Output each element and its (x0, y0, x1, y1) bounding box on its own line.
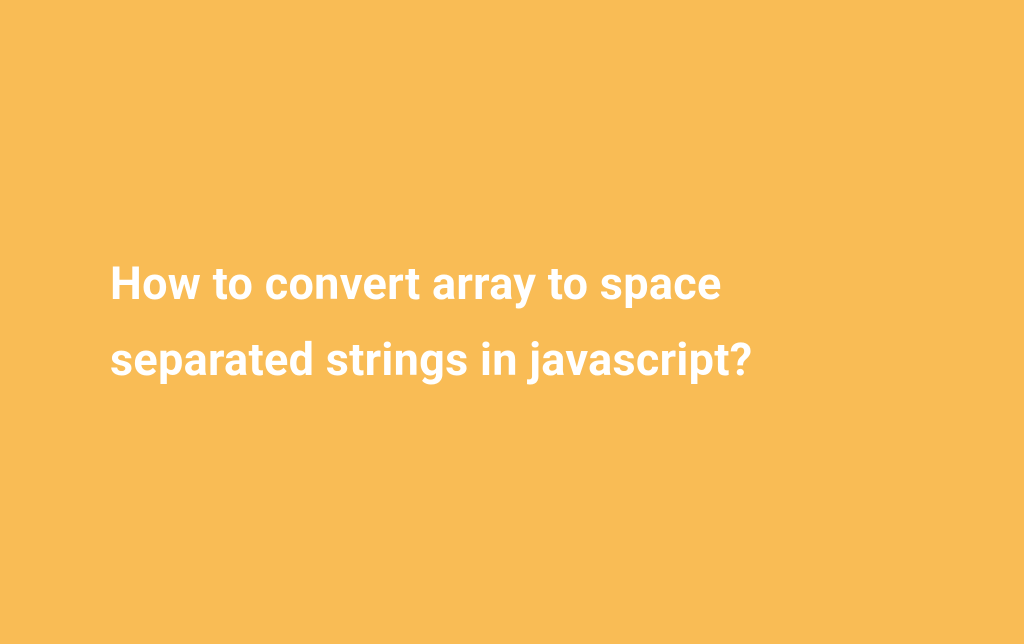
content-container: How to convert array to space separated … (0, 246, 1024, 399)
page-heading: How to convert array to space separated … (110, 246, 914, 399)
